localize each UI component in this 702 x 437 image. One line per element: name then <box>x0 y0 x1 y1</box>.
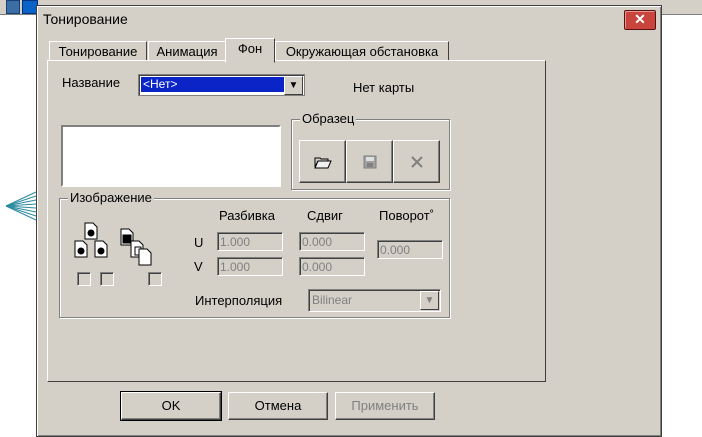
tab-label: Анимация <box>156 44 218 59</box>
tiling-header: Разбивка <box>219 208 275 223</box>
tab-environment[interactable]: Окружающая обстановка <box>275 41 449 61</box>
tab-background[interactable]: Фон <box>225 38 275 63</box>
save-icon <box>363 155 376 169</box>
apply-button[interactable]: Применить <box>335 392 435 420</box>
delete-icon <box>410 156 423 168</box>
interpolation-value: Bilinear <box>312 293 353 307</box>
u-label: U <box>194 235 204 250</box>
tile-icon-2 <box>120 228 152 266</box>
v-offset-field[interactable]: 0.000 <box>299 257 365 276</box>
name-label: Название <box>62 75 121 90</box>
delete-button[interactable] <box>393 140 440 183</box>
ok-label: OK <box>161 398 181 413</box>
chevron-down-icon[interactable]: ▼ <box>420 291 439 310</box>
offset-header: Сдвиг <box>307 208 343 223</box>
v-tiling-field[interactable]: 1.000 <box>217 257 283 276</box>
sample-group-title: Образец <box>300 111 357 126</box>
close-button[interactable]: ✕ <box>624 10 656 30</box>
background-fan-shape <box>5 191 37 221</box>
tile-checkbox-2[interactable] <box>100 272 114 286</box>
u-offset-field[interactable]: 0.000 <box>299 232 365 251</box>
tiling-mode-icons <box>74 222 152 266</box>
cancel-button[interactable]: Отмена <box>228 392 328 420</box>
open-button[interactable] <box>299 140 346 183</box>
titlebar[interactable]: Тонирование ✕ <box>40 9 658 30</box>
v-label: V <box>194 259 203 274</box>
render-settings-dialog: Тонирование ✕ Тонирование Анимация Фон О… <box>36 5 662 437</box>
tile-checkbox-1[interactable] <box>77 272 91 286</box>
map-status-text: Нет карты <box>353 80 415 95</box>
map-preview <box>61 125 281 187</box>
interpolation-label: Интерполяция <box>195 293 283 308</box>
close-icon: ✕ <box>634 11 646 27</box>
tile-icon-1 <box>74 222 108 258</box>
dialog-title: Тонирование <box>43 11 128 27</box>
name-select-value: <Нет> <box>141 77 286 92</box>
apply-label: Применить <box>351 398 419 413</box>
tile-checkbox-3[interactable] <box>148 272 162 286</box>
rotation-header: Поворот˚ <box>379 208 435 223</box>
chevron-down-icon[interactable]: ▼ <box>284 76 303 95</box>
tab-label: Тонирование <box>58 44 138 59</box>
tab-toning[interactable]: Тонирование <box>49 41 147 61</box>
interpolation-select[interactable]: Bilinear ▼ <box>308 289 441 312</box>
cancel-label: Отмена <box>254 398 302 413</box>
image-group-title: Изображение <box>68 190 154 205</box>
u-tiling-field[interactable]: 1.000 <box>217 232 283 251</box>
open-folder-icon <box>313 157 332 169</box>
background-toolbar-button[interactable] <box>6 0 20 14</box>
tab-animation[interactable]: Анимация <box>148 41 226 61</box>
save-button[interactable] <box>346 140 393 183</box>
rotation-field[interactable]: 0.000 <box>377 240 443 259</box>
name-select[interactable]: <Нет> ▼ <box>138 74 305 96</box>
tab-label: Фон <box>237 41 263 56</box>
ok-button[interactable]: OK <box>120 391 222 421</box>
tab-label: Окружающая обстановка <box>285 44 439 59</box>
